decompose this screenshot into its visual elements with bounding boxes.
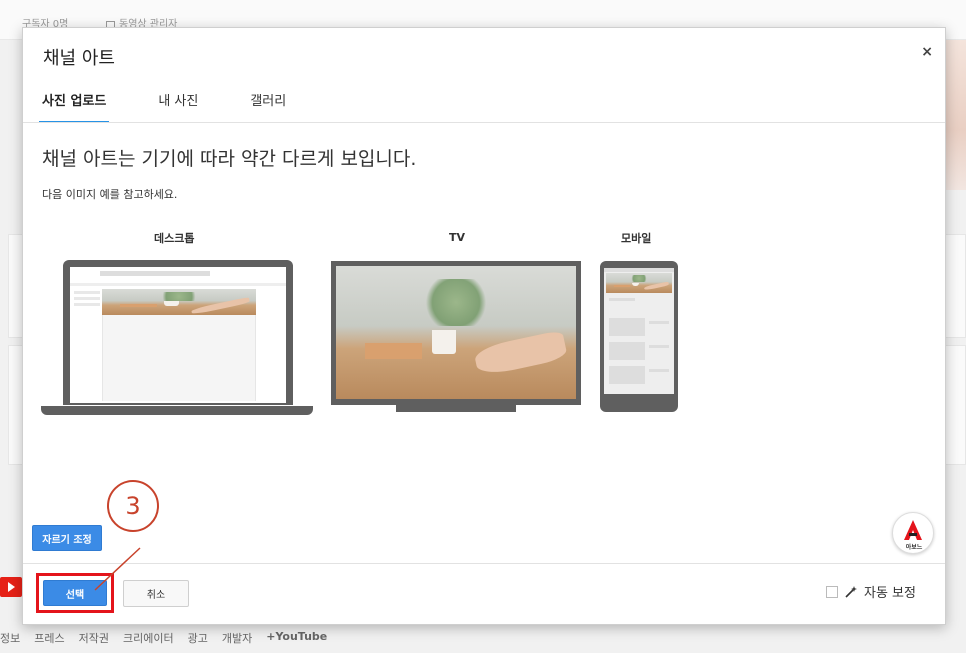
desktop-preview [63, 260, 293, 405]
auto-correct-checkbox[interactable] [826, 585, 838, 598]
brand-logo-text: 아보느 [905, 544, 923, 551]
heading: 채널 아트는 기기에 따라 약간 다르게 보입니다. [42, 148, 417, 170]
footer-link-copyright[interactable]: 저작권 [79, 630, 109, 646]
mobile-banner-image [606, 273, 672, 293]
magic-wand-icon [845, 585, 857, 598]
footer-link-developers[interactable]: 개발자 [222, 630, 252, 646]
mobile-screen [604, 268, 674, 394]
cancel-button[interactable]: 취소 [123, 580, 189, 607]
desktop-banner-image [102, 289, 256, 315]
brand-logo-icon: 아보느 [892, 512, 934, 554]
auto-correct-toggle[interactable]: 자동 보정 [826, 582, 916, 601]
step-number-callout: 3 [107, 480, 159, 532]
select-button[interactable]: 선택 [43, 580, 107, 606]
desktop-base [41, 406, 313, 415]
subtext: 다음 이미지 예를 참고하세요. [42, 188, 178, 201]
tv-banner-image [336, 266, 576, 399]
mobile-label: 모바일 [621, 232, 652, 245]
tab-bar: 사진 업로드 내 사진 갤러리 [39, 90, 335, 123]
tab-gallery[interactable]: 갤러리 [247, 90, 289, 123]
channel-art-dialog: 채널 아트 × 사진 업로드 내 사진 갤러리 채널 아트는 기기에 따라 약간… [22, 27, 946, 625]
tv-screen [336, 266, 576, 399]
footer-divider [23, 563, 945, 564]
tv-label: TV [449, 231, 466, 244]
footer-link-ads[interactable]: 광고 [188, 630, 208, 646]
auto-correct-label: 자동 보정 [864, 586, 916, 601]
desktop-screen [70, 267, 286, 403]
tab-divider [23, 122, 945, 123]
youtube-logo-icon[interactable] [0, 577, 22, 597]
desktop-label: 데스크톱 [154, 232, 195, 245]
footer-link-press[interactable]: 프레스 [34, 630, 64, 646]
footer-link-creators[interactable]: 크리에이터 [123, 630, 174, 646]
mobile-preview [600, 261, 678, 412]
tv-preview [331, 261, 581, 405]
tv-stand [396, 403, 516, 412]
dialog-title: 채널 아트 [43, 48, 115, 69]
close-icon[interactable]: × [921, 44, 933, 60]
tab-my-photos[interactable]: 내 사진 [155, 90, 201, 123]
footer-link-plus-youtube[interactable]: +YouTube [266, 630, 327, 646]
crop-adjust-button[interactable]: 자르기 조정 [32, 525, 102, 551]
tab-upload-photo[interactable]: 사진 업로드 [39, 90, 110, 123]
footer: 정보 프레스 저작권 크리에이터 광고 개발자 +YouTube [0, 630, 327, 646]
footer-link-about[interactable]: 정보 [0, 630, 20, 646]
